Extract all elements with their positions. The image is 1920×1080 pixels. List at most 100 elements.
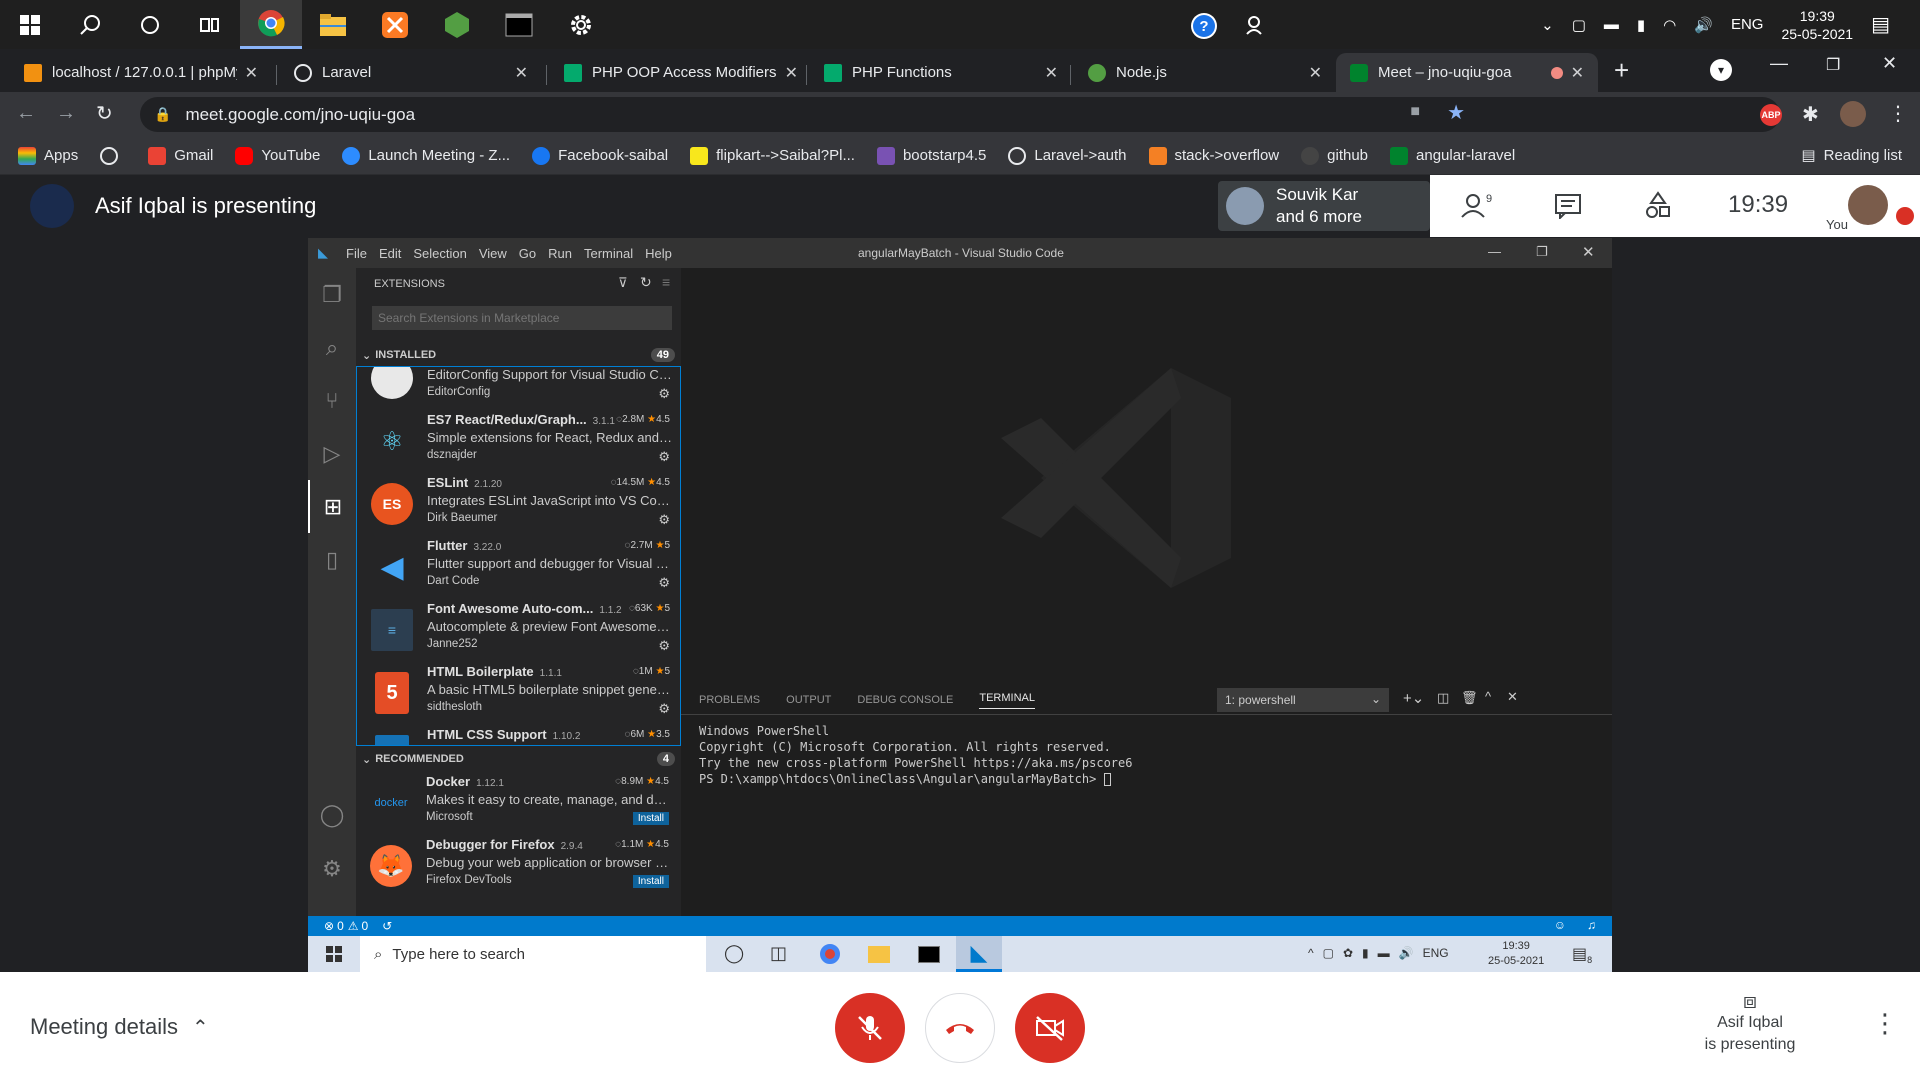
warning-count[interactable]: 0 bbox=[362, 919, 369, 933]
more-vert-icon[interactable]: ⋮ bbox=[1888, 101, 1908, 126]
url-text[interactable]: meet.google.com/jno-uqiu-goa bbox=[185, 105, 415, 125]
maximize-panel-icon[interactable]: ^ bbox=[1485, 689, 1491, 704]
search-icon[interactable] bbox=[60, 0, 120, 49]
volume-icon[interactable]: 🔊 bbox=[1694, 16, 1713, 34]
source-control-icon[interactable]: ⑂ bbox=[308, 374, 356, 427]
list-item[interactable]: ≡ Font Awesome Auto-com... 1.1.2 ◌63K ★5 … bbox=[357, 597, 680, 660]
bookmark-flipkart[interactable]: flipkart-->Saibal?Pl... bbox=[690, 146, 855, 165]
tab-phpmyadmin[interactable]: localhost / 127.0.0.1 | phpMyAdmin ✕ bbox=[10, 53, 272, 92]
restore-icon[interactable]: ❐ bbox=[1826, 55, 1840, 75]
more-options-icon[interactable]: ⋮ bbox=[1872, 1008, 1898, 1039]
menu-terminal[interactable]: Terminal bbox=[584, 246, 633, 261]
tab-meet[interactable]: Meet – jno-uqiu-goa ✕ bbox=[1336, 53, 1598, 92]
manage-gear-icon[interactable]: ⚙ bbox=[658, 638, 670, 654]
camera-icon[interactable]: ■ bbox=[1410, 103, 1420, 121]
bookmark-zoom[interactable]: Launch Meeting - Z... bbox=[342, 146, 510, 165]
leave-call-button[interactable] bbox=[925, 993, 995, 1063]
bookmark-globe[interactable] bbox=[100, 146, 126, 165]
system-clock[interactable]: 19:39 25-05-2021 bbox=[1781, 7, 1853, 43]
notification-icon[interactable]: ▤8 bbox=[1572, 944, 1592, 965]
terminal-output[interactable]: Windows PowerShell Copyright (C) Microsof… bbox=[699, 723, 1132, 787]
list-item[interactable]: HTML CSS Support 1.10.2 ◌6M ★3.5 bbox=[357, 723, 680, 745]
close-icon[interactable]: ✕ bbox=[245, 63, 258, 83]
app-tray-icon[interactable]: ✿ bbox=[1343, 946, 1353, 960]
tab-output[interactable]: OUTPUT bbox=[786, 694, 831, 706]
feedback-icon[interactable]: ☺ bbox=[1554, 918, 1566, 932]
list-item[interactable]: EditorConfig Support for Visual Studio C… bbox=[357, 367, 680, 408]
warning-icon[interactable]: ⚠ bbox=[348, 919, 359, 933]
extensions-search-input[interactable] bbox=[372, 306, 672, 330]
clear-icon[interactable]: ≡ bbox=[662, 274, 670, 290]
task-view-icon[interactable] bbox=[180, 0, 240, 49]
activities-icon[interactable] bbox=[1644, 191, 1672, 224]
participant-tile[interactable]: Souvik Kar and 6 more bbox=[1218, 181, 1430, 231]
error-icon[interactable]: ⊗ bbox=[324, 919, 334, 933]
recommended-section-header[interactable]: ⌄ RECOMMENDED 4 bbox=[356, 748, 681, 770]
mic-icon[interactable]: ▮ bbox=[1362, 946, 1369, 960]
extensions-puzzle-icon[interactable]: ✱ bbox=[1802, 102, 1819, 127]
tab-terminal[interactable]: TERMINAL bbox=[979, 692, 1035, 709]
meeting-details-button[interactable]: Meeting details ⌃ bbox=[30, 1014, 209, 1040]
close-panel-icon[interactable]: ✕ bbox=[1507, 689, 1518, 705]
nodejs-icon[interactable] bbox=[426, 0, 488, 49]
new-terminal-icon[interactable]: +⌄ bbox=[1403, 689, 1424, 707]
history-icon[interactable]: ↺ bbox=[382, 919, 392, 933]
lock-icon[interactable]: 🔒 bbox=[154, 106, 171, 123]
camera-off-button[interactable] bbox=[1015, 993, 1085, 1063]
inner-start-icon[interactable] bbox=[308, 946, 360, 962]
back-arrow-icon[interactable]: ← bbox=[16, 102, 36, 125]
bookmark-gmail[interactable]: Gmail bbox=[148, 146, 213, 165]
forward-arrow-icon[interactable]: → bbox=[56, 102, 76, 125]
language-indicator[interactable]: ENG bbox=[1423, 946, 1449, 960]
xampp-icon[interactable] bbox=[364, 0, 426, 49]
chrome-taskbar-icon[interactable] bbox=[240, 0, 302, 49]
accounts-icon[interactable]: ◯ bbox=[308, 788, 356, 841]
refresh-icon[interactable]: ↻ bbox=[640, 274, 652, 291]
list-item[interactable]: 🦊 Debugger for Firefox 2.9.4 ◌1.1M ★4.5 D… bbox=[356, 833, 681, 896]
manage-gear-icon[interactable]: ⚙ bbox=[658, 575, 670, 591]
error-count[interactable]: 0 bbox=[337, 919, 344, 933]
menu-run[interactable]: Run bbox=[548, 246, 572, 261]
list-item[interactable]: ◀ Flutter 3.22.0 ◌2.7M ★5 Flutter support… bbox=[357, 534, 680, 597]
menu-view[interactable]: View bbox=[479, 246, 507, 261]
close-icon[interactable]: ✕ bbox=[515, 63, 528, 83]
inner-clock[interactable]: 19:39 25-05-2021 bbox=[1488, 939, 1544, 969]
bookmark-youtube[interactable]: YouTube bbox=[235, 146, 320, 165]
chevron-up-icon[interactable]: ^ bbox=[1308, 946, 1314, 960]
meet-tray-icon[interactable]: ▢ bbox=[1572, 16, 1586, 34]
chevron-up-icon[interactable]: ⌄ bbox=[1541, 16, 1554, 34]
meet-tray-icon[interactable]: ▢ bbox=[1323, 946, 1334, 960]
mic-off-button[interactable] bbox=[835, 993, 905, 1063]
chrome-taskbar-icon[interactable] bbox=[820, 944, 840, 964]
tab-laravel[interactable]: Laravel ✕ bbox=[280, 53, 542, 92]
file-explorer-icon[interactable] bbox=[868, 946, 890, 963]
cortana-icon[interactable] bbox=[120, 0, 180, 49]
reading-list-button[interactable]: ▤ Reading list bbox=[1801, 146, 1902, 165]
bell-icon[interactable]: ♫ bbox=[1587, 918, 1596, 932]
filter-icon[interactable]: ⊽ bbox=[618, 275, 628, 291]
bookmark-stackoverflow[interactable]: stack->overflow bbox=[1148, 146, 1279, 165]
settings-gear-icon[interactable] bbox=[550, 0, 612, 49]
explorer-icon[interactable]: ❐ bbox=[308, 268, 356, 321]
battery-icon[interactable]: ▬ bbox=[1604, 16, 1619, 33]
address-bar[interactable]: 🔒 meet.google.com/jno-uqiu-goa ■ ★ bbox=[140, 97, 1780, 132]
presenting-status-button[interactable]: ⧈ Asif Iqbal is presenting bbox=[1690, 990, 1810, 1056]
close-icon[interactable]: ✕ bbox=[785, 63, 798, 83]
adblock-icon[interactable]: ABP bbox=[1760, 104, 1782, 126]
close-icon[interactable]: ✕ bbox=[1045, 63, 1058, 83]
tab-nodejs[interactable]: Node.js ✕ bbox=[1074, 53, 1336, 92]
reload-icon[interactable]: ↻ bbox=[96, 101, 113, 126]
help-icon[interactable]: ? bbox=[1190, 12, 1218, 45]
mic-icon[interactable]: ▮ bbox=[1637, 16, 1645, 34]
file-explorer-icon[interactable] bbox=[302, 0, 364, 49]
close-icon[interactable]: ✕ bbox=[1571, 63, 1584, 83]
remote-explorer-icon[interactable]: ▯ bbox=[308, 533, 356, 586]
vscode-minimize-icon[interactable]: — bbox=[1488, 244, 1501, 259]
tab-php-functions[interactable]: PHP Functions ✕ bbox=[810, 53, 1072, 92]
run-debug-icon[interactable]: ▷ bbox=[308, 427, 356, 480]
bookmark-github[interactable]: github bbox=[1301, 146, 1368, 165]
people-icon[interactable]: 9 bbox=[1460, 191, 1494, 224]
bookmark-facebook[interactable]: Facebook-saibal bbox=[532, 146, 668, 165]
manage-gear-icon[interactable]: ⚙ bbox=[658, 701, 670, 717]
menu-selection[interactable]: Selection bbox=[413, 246, 466, 261]
